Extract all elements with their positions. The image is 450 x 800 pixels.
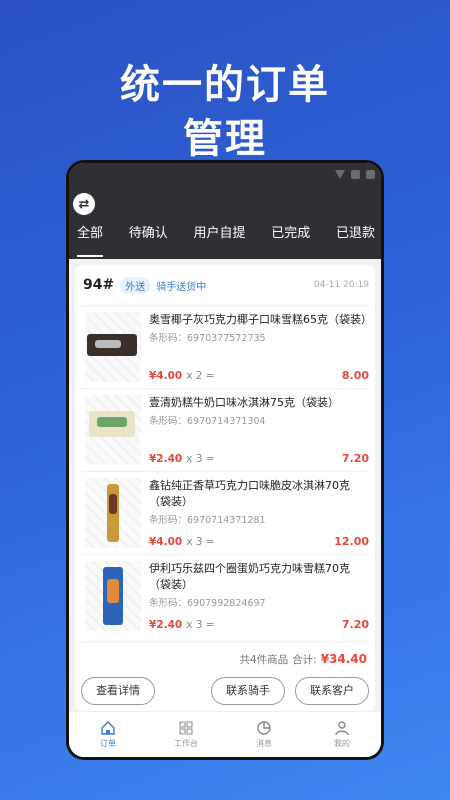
phone-frame: ⇄ 全部 待确认 用户自提 已完成 已退款 94# 外送 骑手送货中 04-11…: [66, 160, 384, 760]
list-item[interactable]: 壹清奶糕牛奶口味冰淇淋75克（袋装） 条形码：6970714371304 ¥2.…: [81, 388, 369, 471]
nav-label: 消息: [256, 739, 272, 748]
order-type-badge: 外送: [120, 276, 151, 294]
nav-profile[interactable]: 我的: [317, 720, 367, 749]
list-item[interactable]: 伊利巧乐兹四个圈蛋奶巧克力味雪糕70克（袋装） 条形码：690799282469…: [81, 554, 369, 637]
view-details-button[interactable]: 查看详情: [81, 677, 155, 705]
order-actions: 查看详情 联系骑手 联系客户: [81, 673, 369, 705]
line-subtotal: 7.20: [341, 452, 369, 465]
total-label: 合计:: [292, 654, 317, 666]
contact-customer-button[interactable]: 联系客户: [295, 677, 369, 705]
tab-pending[interactable]: 待确认: [129, 219, 168, 259]
product-image: [85, 478, 141, 548]
headline-line-1: 统一的订单: [120, 62, 330, 108]
order-tabs: 全部 待确认 用户自提 已完成 已退款: [69, 219, 381, 259]
product-image: [85, 561, 141, 631]
order-header: 94# 外送 骑手送货中 04-11 20:19: [81, 265, 369, 305]
nav-label: 工作台: [174, 739, 198, 748]
product-barcode: 条形码：6970714371281: [149, 515, 266, 526]
list-item[interactable]: 鑫钻纯正香草巧克力口味脆皮冰淇淋70克（袋装） 条形码：697071437128…: [81, 471, 369, 554]
headline-line-2: 管理: [183, 116, 267, 162]
unit-price: ¥4.00: [149, 535, 183, 548]
product-name: 奥雪椰子灰巧克力椰子口味雪糕65克（袋装）: [149, 313, 372, 326]
nav-orders[interactable]: 订单: [83, 720, 133, 749]
product-name: 鑫钻纯正香草巧克力口味脆皮冰淇淋70克（袋装）: [149, 479, 350, 508]
quantity: x 3 =: [186, 535, 215, 548]
tab-completed[interactable]: 已完成: [271, 219, 310, 259]
home-icon: [101, 721, 115, 735]
chart-icon: [257, 721, 271, 735]
order-time: 04-11 20:19: [314, 280, 369, 290]
product-barcode: 条形码：6970714371304: [149, 416, 266, 427]
product-image: [85, 395, 141, 465]
nav-workbench[interactable]: 工作台: [161, 720, 211, 749]
bottom-nav: 订单 工作台 消息 我的: [69, 711, 381, 757]
top-bar: ⇄ 全部 待确认 用户自提 已完成 已退款: [69, 163, 381, 259]
battery-icon: [366, 169, 375, 179]
unit-price: ¥2.40: [149, 452, 183, 465]
quantity: x 3 =: [186, 452, 215, 465]
product-barcode: 条形码：6907992824697: [149, 598, 266, 609]
order-total: ¥34.40: [320, 652, 367, 666]
tab-refunded[interactable]: 已退款: [336, 219, 375, 259]
order-summary: 共4件商品 合计: ¥34.40: [81, 641, 369, 673]
wifi-icon: [335, 169, 345, 179]
item-count: 共4件商品: [239, 654, 289, 666]
line-subtotal: 7.20: [341, 618, 369, 631]
order-list: 94# 外送 骑手送货中 04-11 20:19 奥雪椰子灰巧克力椰子口味雪糕6…: [69, 259, 381, 711]
quantity: x 2 =: [186, 369, 215, 382]
status-bar: [69, 163, 381, 185]
unit-price: ¥4.00: [149, 369, 183, 382]
order-status: 骑手送货中: [156, 281, 207, 293]
product-name: 伊利巧乐兹四个圈蛋奶巧克力味雪糕70克（袋装）: [149, 562, 350, 591]
swap-icon[interactable]: ⇄: [73, 193, 95, 215]
nav-messages[interactable]: 消息: [239, 720, 289, 749]
tab-all[interactable]: 全部: [77, 219, 104, 259]
tab-self-pickup[interactable]: 用户自提: [193, 219, 245, 259]
product-image: [85, 312, 141, 382]
promo-headline: 统一的订单 管理: [0, 58, 450, 166]
contact-rider-button[interactable]: 联系骑手: [211, 677, 285, 705]
quantity: x 3 =: [186, 618, 215, 631]
line-subtotal: 8.00: [341, 369, 369, 382]
grid-icon: [179, 721, 193, 735]
app-screen: ⇄ 全部 待确认 用户自提 已完成 已退款 94# 外送 骑手送货中 04-11…: [69, 163, 381, 757]
product-barcode: 条形码：6970377572735: [149, 333, 266, 344]
unit-price: ¥2.40: [149, 618, 183, 631]
order-card[interactable]: 94# 外送 骑手送货中 04-11 20:19 奥雪椰子灰巧克力椰子口味雪糕6…: [75, 265, 375, 711]
line-subtotal: 12.00: [334, 535, 369, 548]
user-icon: [335, 721, 349, 736]
nav-label: 订单: [100, 739, 116, 748]
order-number: 94#: [83, 277, 115, 293]
list-item[interactable]: 奥雪椰子灰巧克力椰子口味雪糕65克（袋装） 条形码：6970377572735 …: [81, 305, 372, 388]
nav-label: 我的: [334, 739, 350, 748]
product-name: 壹清奶糕牛奶口味冰淇淋75克（袋装）: [149, 396, 339, 409]
signal-icon: [351, 169, 360, 179]
